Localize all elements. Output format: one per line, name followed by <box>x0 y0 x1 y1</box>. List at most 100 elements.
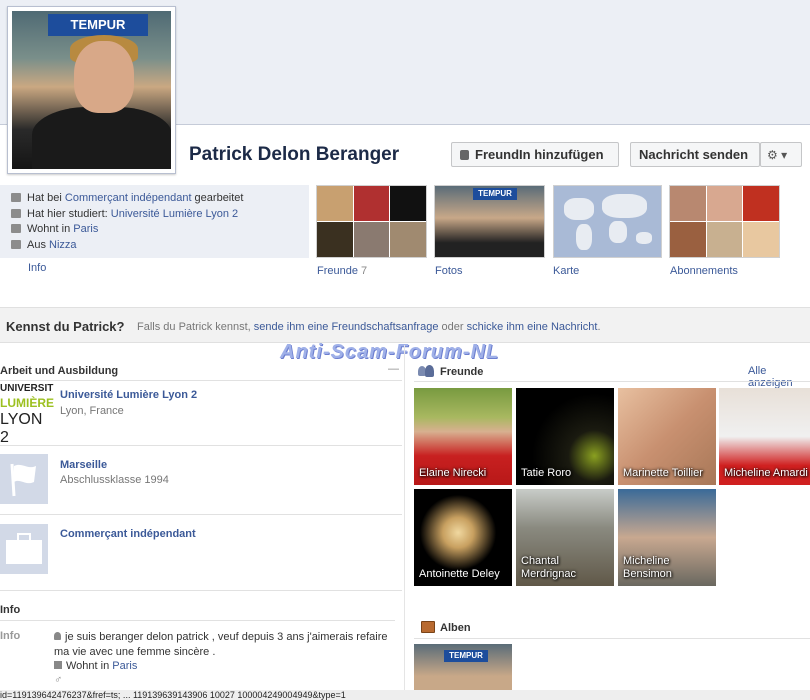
subscription-thumb <box>670 222 706 257</box>
graduation-cap-icon <box>11 209 21 218</box>
about-bio: je suis beranger delon patrick , veuf de… <box>54 630 394 660</box>
lives-link[interactable]: Paris <box>73 223 98 235</box>
album-thumb[interactable]: TEMPUR <box>414 644 512 690</box>
subscriptions-tile-label[interactable]: Abonnements <box>670 265 738 277</box>
photo-body-shape <box>32 107 171 169</box>
see-all-friends-link[interactable]: Alle anzeigen <box>748 365 810 389</box>
add-friend-icon <box>460 150 469 160</box>
profile-photo: TEMPUR <box>12 11 171 169</box>
about-lives-prefix: Wohnt in <box>66 660 113 672</box>
send-friend-request-link[interactable]: sende ihm eine Freundschaftsanfrage <box>254 321 439 333</box>
location-pin-icon <box>11 240 21 249</box>
map-tile[interactable] <box>553 185 662 258</box>
logo-line-1: UNIVERSIT <box>0 383 54 394</box>
friend-tile[interactable]: Elaine Nirecki <box>414 388 512 485</box>
gear-dropdown-button[interactable]: ⚙ ▾ <box>760 142 802 167</box>
friend-tile[interactable]: Antoinette Deley <box>414 489 512 586</box>
profile-picture[interactable]: TEMPUR <box>7 6 176 174</box>
friend-tile[interactable]: Micheline Amardi <box>719 388 810 485</box>
info-link[interactable]: Info <box>28 262 46 274</box>
divider <box>0 620 395 621</box>
add-friend-button[interactable]: FreundIn hinzufügen <box>451 142 619 167</box>
work-education-title: Arbeit und Ausbildung <box>0 365 119 377</box>
info-work: Hat bei Commerçant indépendant gearbeite… <box>11 192 243 204</box>
send-message-link[interactable]: schicke ihm eine Nachricht <box>467 321 598 333</box>
map-tile-label[interactable]: Karte <box>553 265 579 277</box>
photos-tile[interactable]: TEMPUR <box>434 185 545 258</box>
about-lives: Wohnt in Paris <box>54 660 137 672</box>
info-lives-prefix: Wohnt in <box>27 223 74 235</box>
friend-name: Micheline Bensimon <box>623 555 672 580</box>
flag-icon <box>10 463 36 497</box>
friends-tile[interactable] <box>316 185 427 258</box>
info-work-prefix: Hat bei <box>27 192 65 204</box>
subscription-thumb <box>706 186 743 221</box>
logo-line-2: LUMIÈRE <box>0 396 54 410</box>
info-from: Aus Nizza <box>11 239 77 251</box>
info-study-prefix: Hat hier studiert: <box>27 208 111 220</box>
study-link[interactable]: Université Lumière Lyon 2 <box>111 208 238 220</box>
collapse-icon[interactable]: — <box>388 363 399 375</box>
edu-item-title[interactable]: Marseille <box>60 459 107 471</box>
info-from-prefix: Aus <box>27 239 50 251</box>
info-work-suffix: gearbeitet <box>191 192 244 204</box>
work-link[interactable]: Commerçant indépendant <box>65 192 192 204</box>
subscription-thumb <box>706 222 743 257</box>
about-lives-link[interactable]: Paris <box>112 660 137 672</box>
map-land <box>602 194 647 218</box>
profile-name: Patrick Delon Beranger <box>189 144 400 165</box>
friend-thumb <box>317 186 353 221</box>
friend-thumb <box>353 186 390 221</box>
flag-placeholder-icon[interactable] <box>0 454 48 504</box>
friends-label: Freunde <box>317 265 358 277</box>
photo-banner: TEMPUR <box>48 14 148 36</box>
house-icon <box>54 661 62 669</box>
friend-thumb <box>353 222 390 257</box>
know-person-mid: oder <box>438 321 467 333</box>
divider <box>0 590 402 591</box>
from-link[interactable]: Nizza <box>49 239 77 251</box>
info-summary-box: Hat bei Commerçant indépendant gearbeite… <box>0 185 309 258</box>
browser-status-bar: id=119139642476237&fref=ts; ... 11913963… <box>0 690 810 700</box>
edu-item-sub: Lyon, France <box>60 405 124 417</box>
send-message-button[interactable]: Nachricht senden <box>630 142 760 167</box>
know-person-text: Falls du Patrick kennst, sende ihm eine … <box>137 321 601 333</box>
friend-tile[interactable]: Micheline Bensimon <box>618 489 716 586</box>
albums-icon <box>421 621 435 633</box>
send-message-label: Nachricht senden <box>639 147 749 162</box>
friend-name: Elaine Nirecki <box>419 467 487 479</box>
friend-silhouette <box>425 365 434 377</box>
friend-thumb <box>390 222 426 257</box>
divider <box>414 381 810 382</box>
edu-item-title[interactable]: Commerçant indépendant <box>60 528 196 540</box>
album-thumb-banner: TEMPUR <box>444 650 488 662</box>
about-bio-text: je suis beranger delon patrick , veuf de… <box>54 631 388 658</box>
friend-thumb <box>317 222 353 257</box>
photos-tile-banner: TEMPUR <box>473 188 517 200</box>
friend-tile[interactable]: Chantal Merdrignac <box>516 489 614 586</box>
friends-tile-label[interactable]: Freunde 7 <box>317 265 367 277</box>
friend-tile[interactable]: Marinette Toillier <box>618 388 716 485</box>
divider <box>0 445 402 446</box>
divider <box>0 380 402 381</box>
briefcase-placeholder-icon[interactable] <box>0 524 48 574</box>
university-logo[interactable]: UNIVERSIT LUMIÈRE LYON 2 <box>0 383 54 446</box>
friend-name: Chantal Merdrignac <box>521 555 577 580</box>
edu-item-title[interactable]: Université Lumière Lyon 2 <box>60 389 197 401</box>
subscriptions-tile[interactable] <box>669 185 780 258</box>
friend-tile[interactable]: Tatie Roro <box>516 388 614 485</box>
person-icon <box>54 632 61 640</box>
know-person-end: . <box>597 321 601 333</box>
logo-line-3: LYON 2 <box>0 411 43 446</box>
gear-icon: ⚙ ▾ <box>767 148 788 162</box>
friends-section-icon <box>418 365 434 377</box>
friend-name: Tatie Roro <box>521 467 572 479</box>
friend-thumb <box>390 186 426 221</box>
map-land <box>576 224 592 250</box>
photos-tile-label[interactable]: Fotos <box>435 265 463 277</box>
column-divider <box>404 345 405 700</box>
friend-name: Micheline Amardi <box>724 467 808 479</box>
subscription-thumb <box>743 186 779 221</box>
subscriptions-tile-grid <box>670 186 779 257</box>
house-icon <box>11 224 21 233</box>
